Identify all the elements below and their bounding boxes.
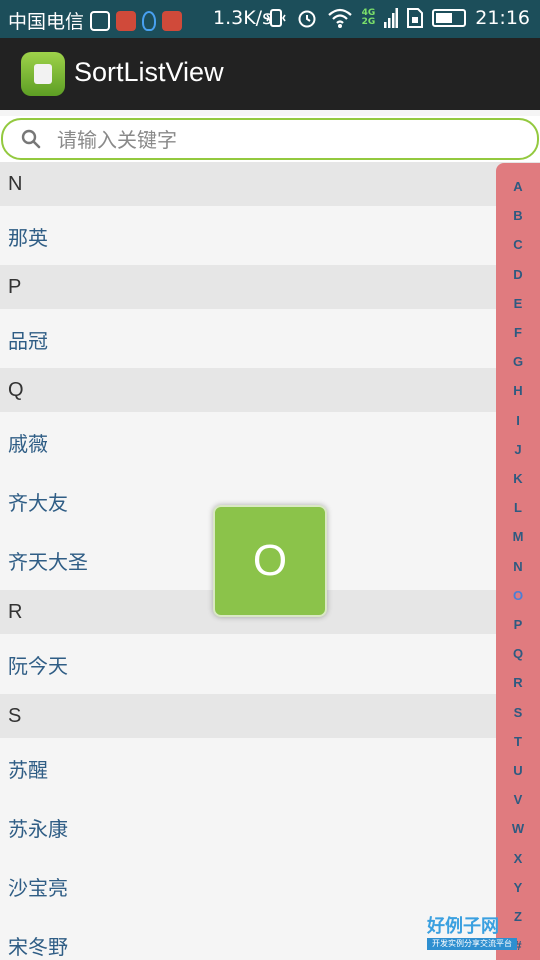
search-icon [21, 129, 41, 149]
index-letter-m[interactable]: M [496, 529, 540, 544]
search-box[interactable] [1, 118, 539, 160]
list-item-label: 那英 [8, 226, 48, 250]
watermark-subtitle: 开发实例分享交流平台 [427, 938, 517, 950]
clock: 21:16 [475, 7, 530, 29]
app-notification-icon [162, 10, 183, 31]
selected-letter-overlay: O [213, 505, 327, 617]
list-item-label: 苏醒 [8, 758, 48, 782]
qq-notification-icon [142, 10, 157, 31]
section-header-label: R [8, 601, 23, 623]
index-letter-f[interactable]: F [496, 325, 540, 340]
status-bar: 中国电信 1.3K/s 4G 2G 21:16 [0, 0, 540, 38]
list-item[interactable]: 苏永康 [0, 797, 540, 856]
alarm-icon [298, 10, 316, 28]
list-item-label: 沙宝亮 [8, 876, 68, 900]
wifi-icon [327, 8, 352, 28]
index-letter-t[interactable]: T [496, 734, 540, 749]
android-app-icon [21, 52, 65, 96]
vibrate-icon [265, 9, 286, 27]
index-letter-h[interactable]: H [496, 383, 540, 398]
section-header-n: N [0, 162, 540, 206]
list-item[interactable]: 戚薇 [0, 412, 540, 471]
watermark-title: 好例子网 [427, 916, 499, 937]
alphabet-index-bar[interactable]: A B C D E F G H I J K L M N O P Q R S T U V W X Y Z # [496, 163, 540, 960]
signal-icon [384, 8, 399, 28]
index-letter-o[interactable]: O [496, 588, 540, 603]
list-item-label: 品冠 [8, 329, 48, 353]
index-letter-d[interactable]: D [496, 267, 540, 282]
index-letter-v[interactable]: V [496, 792, 540, 807]
selected-letter: O [252, 536, 288, 585]
app-title: SortListView [74, 57, 224, 87]
index-letter-j[interactable]: J [496, 442, 540, 457]
list-item-label: 阮今天 [8, 654, 68, 678]
carrier-label: 中国电信 [8, 11, 85, 33]
section-header-p: P [0, 265, 540, 309]
index-letter-c[interactable]: C [496, 237, 540, 252]
list-item-label: 齐大友 [8, 491, 68, 515]
search-input[interactable] [57, 124, 497, 156]
index-letter-q[interactable]: Q [496, 646, 540, 661]
list-item-label: 苏永康 [8, 817, 68, 841]
network-type: 4G 2G [362, 9, 376, 27]
battery-icon [432, 9, 467, 27]
search-bar [0, 116, 540, 162]
index-letter-w[interactable]: W [496, 821, 540, 836]
network-speed: 1.3K/s [213, 7, 272, 29]
list-item-label: 戚薇 [8, 432, 48, 456]
section-header-q: Q [0, 368, 540, 412]
index-letter-r[interactable]: R [496, 675, 540, 690]
sim-icon [407, 8, 424, 28]
list-item[interactable]: 那英 [0, 206, 540, 265]
status-bar-right: 4G 2G 21:16 [265, 7, 530, 29]
index-letter-p[interactable]: P [496, 617, 540, 632]
index-letter-i[interactable]: I [496, 413, 540, 428]
network-label-2g: 2G [361, 17, 376, 27]
list-item[interactable]: 沙宝亮 [0, 856, 540, 915]
index-letter-y[interactable]: Y [496, 880, 540, 895]
watermark-logo: 好例子网 开发实例分享交流平台 [427, 912, 517, 952]
status-bar-left: 中国电信 [8, 7, 183, 34]
list-item[interactable]: 阮今天 [0, 634, 540, 693]
index-letter-k[interactable]: K [496, 471, 540, 486]
list-item-label: 齐天大圣 [8, 550, 88, 574]
index-letter-g[interactable]: G [496, 354, 540, 369]
section-header-label: S [8, 705, 22, 727]
section-header-s: S [0, 694, 540, 738]
section-header-label: N [8, 173, 23, 195]
index-letter-s[interactable]: S [496, 705, 540, 720]
image-notification-icon [90, 10, 111, 31]
list-item[interactable]: 苏醒 [0, 738, 540, 797]
index-letter-u[interactable]: U [496, 763, 540, 778]
list-item[interactable]: 品冠 [0, 309, 540, 368]
index-letter-x[interactable]: X [496, 851, 540, 866]
index-letter-a[interactable]: A [496, 179, 540, 194]
index-letter-e[interactable]: E [496, 296, 540, 311]
index-letter-b[interactable]: B [496, 208, 540, 223]
app-bar: SortListView [0, 38, 540, 110]
index-letter-n[interactable]: N [496, 559, 540, 574]
list-item-label: 宋冬野 [8, 935, 68, 959]
section-header-label: P [8, 276, 22, 298]
section-header-label: Q [8, 379, 24, 401]
app-notification-icon [116, 10, 137, 31]
index-letter-l[interactable]: L [496, 500, 540, 515]
